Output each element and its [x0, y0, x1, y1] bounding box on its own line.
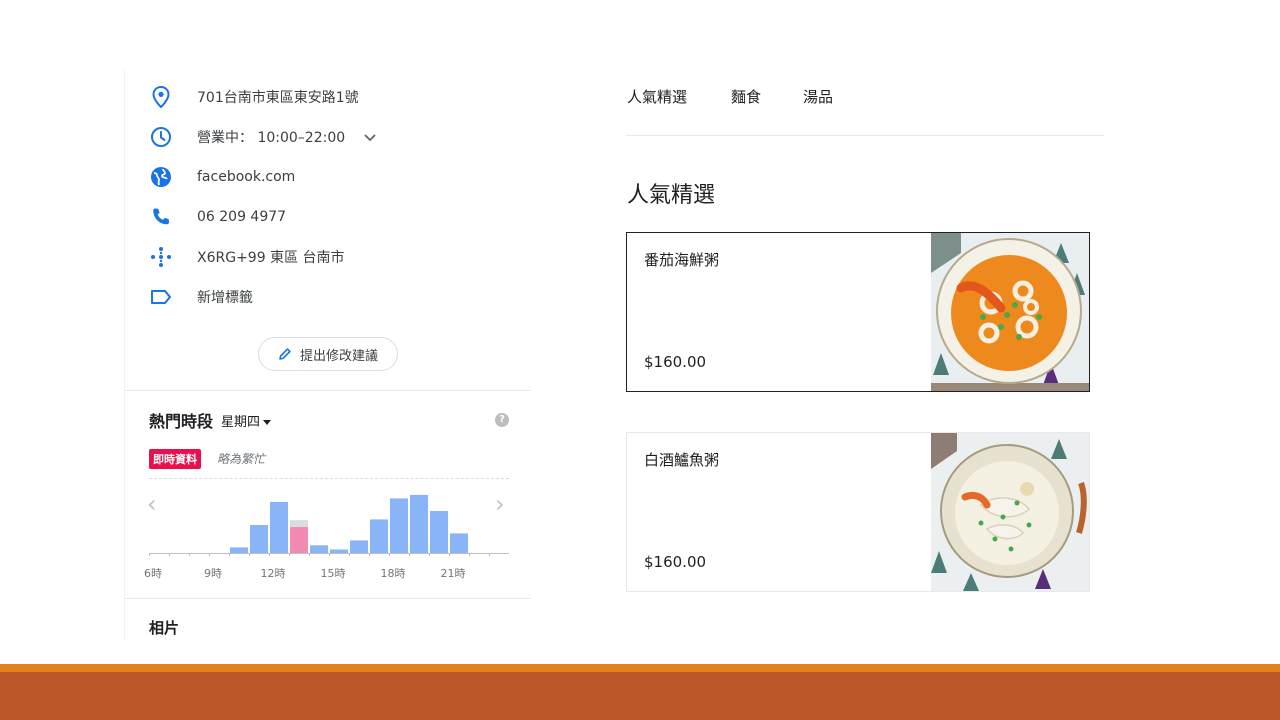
menu-item-name: 番茄海鮮粥	[644, 251, 720, 269]
tomato-seafood-congee-photo	[931, 233, 1089, 391]
website-row[interactable]: facebook.com	[125, 157, 531, 197]
chart-bar[interactable]	[230, 547, 248, 553]
phone-text: 06 209 4977	[197, 209, 287, 225]
chart-bar[interactable]	[250, 525, 268, 553]
menu-item-name: 白酒鱸魚粥	[644, 451, 720, 469]
menu-item-price: $160.00	[644, 553, 707, 571]
chart-bar[interactable]	[310, 545, 328, 553]
chart-tick-label: 15時	[321, 567, 346, 580]
menu-item-card[interactable]: 白酒鱸魚粥 $160.00	[626, 432, 1090, 592]
menu-item-price: $160.00	[644, 353, 707, 371]
live-marker-line	[149, 478, 509, 479]
chart-bar[interactable]	[270, 501, 288, 553]
chart-bar[interactable]	[330, 549, 348, 554]
chart-bar[interactable]	[390, 498, 408, 553]
help-icon[interactable]: ?	[495, 413, 509, 427]
menu-item-card[interactable]: 番茄海鮮粥 $160.00	[626, 232, 1090, 392]
website-link[interactable]: facebook.com	[197, 169, 295, 185]
caret-down-icon	[263, 420, 272, 425]
section-divider	[125, 390, 531, 391]
footer-bar	[0, 672, 1280, 720]
chevron-down-icon[interactable]	[363, 130, 376, 146]
suggest-edit-label: 提出修改建議	[299, 348, 378, 364]
clock-icon	[149, 125, 173, 149]
popular-times-chart: 6時 9時 12時 15時 18時 21時	[144, 494, 509, 580]
tabs-divider	[626, 135, 1104, 136]
hours-row[interactable]: 營業中： 10:00–22:00	[125, 117, 531, 157]
address-text: 701台南市東區東安路1號	[197, 90, 359, 106]
business-info-panel: 701台南市東區東安路1號 營業中： 10:00–22:00 facebook.…	[124, 70, 531, 640]
plus-code-text: X6RG+99 東區 台南市	[197, 250, 345, 266]
phone-icon	[149, 205, 173, 229]
hours-text: 營業中： 10:00–22:00	[197, 127, 376, 147]
chart-bar-live[interactable]	[290, 527, 308, 553]
chart-bar[interactable]	[430, 511, 448, 553]
add-label-row[interactable]: 新增標籤	[125, 277, 531, 317]
day-selector[interactable]: 星期四	[221, 411, 272, 430]
chart-tick-label: 9時	[204, 567, 222, 580]
phone-row[interactable]: 06 209 4977	[125, 197, 531, 237]
plus-code-icon	[149, 245, 173, 269]
chart-bar[interactable]	[450, 533, 468, 553]
section-divider	[125, 598, 531, 599]
sea-bass-congee-photo	[931, 433, 1089, 591]
day-selector-label: 星期四	[221, 415, 261, 430]
tab-popular[interactable]: 人氣精選	[627, 86, 687, 107]
chart-tick-label: 6時	[144, 567, 162, 580]
chart-bar[interactable]	[370, 519, 388, 553]
footer-accent-line	[0, 664, 1280, 672]
suggest-edit-button[interactable]: 提出修改建議	[258, 337, 398, 371]
address-row[interactable]: 701台南市東區東安路1號	[125, 77, 531, 117]
live-badge: 即時資料	[149, 449, 201, 469]
plus-code-row[interactable]: X6RG+99 東區 台南市	[125, 237, 531, 277]
live-status: 略為繁忙	[217, 452, 266, 466]
chart-bar[interactable]	[410, 494, 428, 553]
location-pin-icon	[149, 85, 173, 109]
photos-title: 相片	[149, 619, 180, 637]
add-label-text: 新增標籤	[197, 290, 253, 306]
tab-soup[interactable]: 湯品	[803, 86, 833, 107]
menu-section-title: 人氣精選	[627, 183, 716, 208]
popular-times-title: 熱門時段	[149, 412, 214, 431]
chart-tick-label: 12時	[261, 567, 286, 580]
chart-tick-label: 18時	[381, 567, 406, 580]
hours-status: 營業中：	[197, 130, 253, 146]
pencil-icon	[278, 347, 292, 361]
label-icon	[149, 285, 173, 309]
chart-bar[interactable]	[350, 540, 368, 553]
hours-range: 10:00–22:00	[257, 130, 346, 146]
globe-icon	[149, 165, 173, 189]
chart-tick-label: 21時	[441, 567, 466, 580]
tab-noodles[interactable]: 麵食	[731, 86, 761, 107]
